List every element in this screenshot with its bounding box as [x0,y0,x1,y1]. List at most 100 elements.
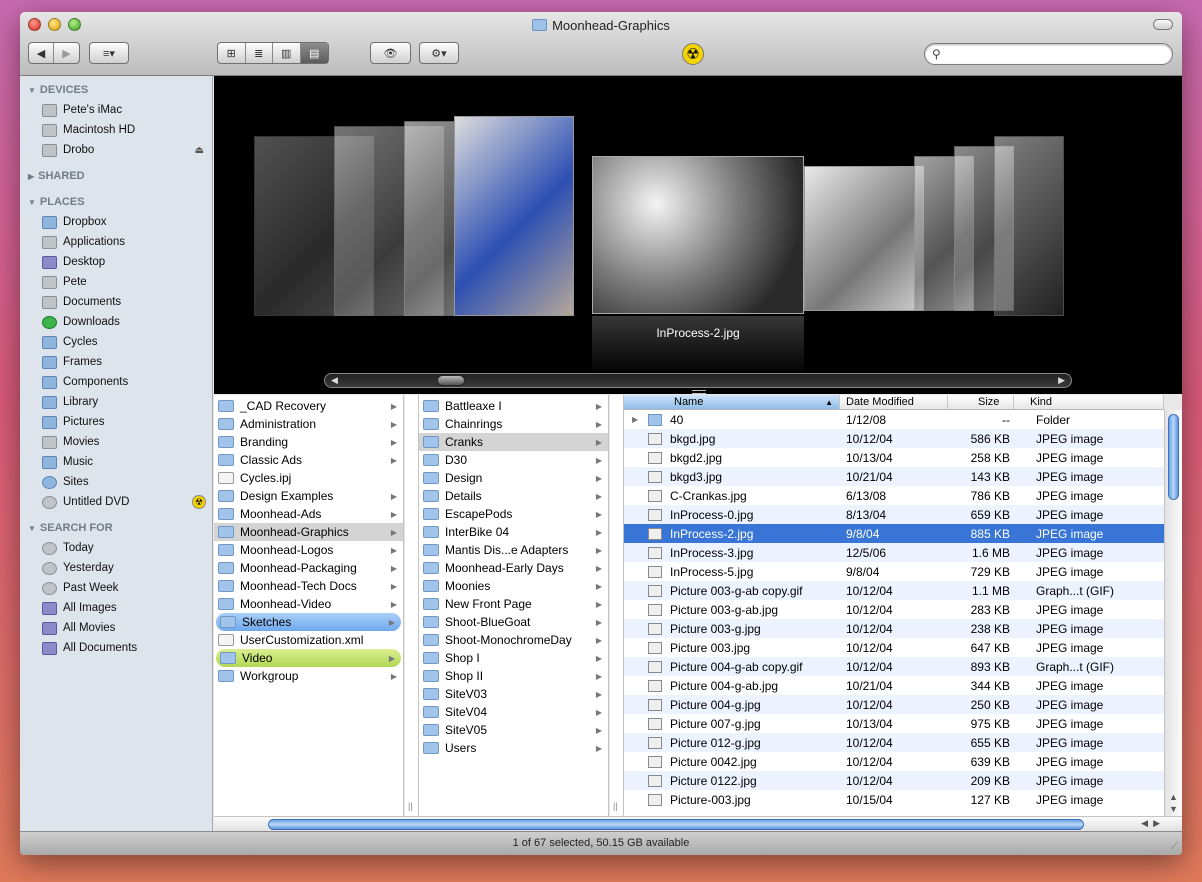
sidebar-item[interactable]: Desktop [20,252,212,272]
disclosure-expanded-icon[interactable]: ▼ [28,524,36,533]
file-row[interactable]: Picture 0042.jpg 10/12/04 639 KB JPEG image [624,752,1164,771]
sidebar-item[interactable]: Music [20,452,212,472]
column-divider[interactable]: || [610,395,624,831]
search-field[interactable]: ⚲ [924,43,1173,65]
scroll-right-icon[interactable]: ▶ [1058,375,1065,386]
column-item[interactable]: Users ▶ [419,739,608,757]
disclosure-triangle-icon[interactable]: ▶ [632,415,638,424]
column-item[interactable]: EscapePods ▶ [419,505,608,523]
coverflow-scroll-thumb[interactable] [437,375,465,386]
file-row[interactable]: Picture 003-g-ab.jpg 10/12/04 283 KB JPEG i… [624,600,1164,619]
coverflow-selected-image[interactable] [592,156,804,314]
forward-button[interactable]: ▶ [54,43,79,63]
sidebar-section-header[interactable]: ▼ DEVICES [20,80,212,100]
column-item[interactable]: New Front Page ▶ [419,595,608,613]
coverflow-thumb[interactable] [804,166,924,311]
column-item[interactable]: Moonhead-Graphics ▶ [214,523,403,541]
file-row[interactable]: Picture 003.jpg 10/12/04 647 KB JPEG image [624,638,1164,657]
size-column-header[interactable]: Size [948,395,1014,409]
column-item[interactable]: Branding ▶ [214,433,403,451]
sidebar-item[interactable]: Downloads [20,312,212,332]
file-row[interactable]: C-Crankas.jpg 6/13/08 786 KB JPEG image [624,486,1164,505]
sidebar-item[interactable]: Frames [20,352,212,372]
kind-column-header[interactable]: Kind [1014,395,1164,409]
column-item[interactable]: Shop I ▶ [419,649,608,667]
vertical-scroll-thumb[interactable] [1168,414,1179,500]
sidebar-item[interactable]: Sites [20,472,212,492]
window-resize-icon[interactable]: ⟋ [1171,841,1178,852]
sidebar-item[interactable]: Today [20,538,212,558]
column-item[interactable]: UserCustomization.xml [214,631,403,649]
file-row[interactable]: InProcess-0.jpg 8/13/04 659 KB JPEG image [624,505,1164,524]
sidebar-item[interactable]: Documents [20,292,212,312]
column-resize-icon[interactable]: || [408,801,413,811]
file-row[interactable]: Picture 0122.jpg 10/12/04 209 KB JPEG image [624,771,1164,790]
date-column-header[interactable]: Date Modified [840,395,948,409]
scroll-down-icon[interactable]: ▼ [1169,804,1178,814]
sidebar-section-header[interactable]: ▼ PLACES [20,192,212,212]
column-item[interactable]: Design Examples ▶ [214,487,403,505]
sidebar-item[interactable]: All Images [20,598,212,618]
column-item[interactable]: Sketches ▶ [216,613,401,631]
sidebar-section-header[interactable]: ▼ SEARCH FOR [20,518,212,538]
column-item[interactable]: D30 ▶ [419,451,608,469]
file-row[interactable]: Picture-003.jpg 10/15/04 127 KB JPEG image [624,790,1164,809]
disclosure-collapsed-icon[interactable]: ▶ [28,172,34,181]
disclosure-expanded-icon[interactable]: ▼ [28,86,36,95]
file-row[interactable]: ▶ 40 1/12/08 -- Folder [624,410,1164,429]
sidebar-item[interactable]: All Documents [20,638,212,658]
sidebar-item[interactable]: Cycles [20,332,212,352]
coverflow-resize-handle[interactable] [692,390,706,394]
sidebar-item[interactable]: Drobo ⏏ [20,140,212,160]
file-row[interactable]: Picture 004-g.jpg 10/12/04 250 KB JPEG imag… [624,695,1164,714]
column-item[interactable]: Details ▶ [419,487,608,505]
eject-icon[interactable]: ⏏ [195,145,204,156]
coverflow-thumb[interactable] [994,136,1064,316]
cover-flow[interactable]: InProcess-2.jpg ◀ ▶ [214,76,1182,394]
column-item[interactable]: Moonhead-Video ▶ [214,595,403,613]
file-row[interactable]: InProcess-2.jpg 9/8/04 885 KB JPEG image [624,524,1164,543]
column-item[interactable]: Cycles.ipj [214,469,403,487]
scroll-left-icon[interactable]: ◀ [331,375,338,386]
column-view-button[interactable]: ▥ [273,43,301,63]
column-item[interactable]: Design ▶ [419,469,608,487]
sidebar-item[interactable]: Untitled DVD ☢ [20,492,212,512]
column-item[interactable]: Moonies ▶ [419,577,608,595]
radiation-icon[interactable]: ☢ [192,495,206,509]
file-row[interactable]: bkgd3.jpg 10/21/04 143 KB JPEG image [624,467,1164,486]
sidebar-item[interactable]: Pete's iMac [20,100,212,120]
sidebar-item[interactable]: All Movies [20,618,212,638]
column-item[interactable]: Cranks ▶ [419,433,608,451]
file-row[interactable]: InProcess-5.jpg 9/8/04 729 KB JPEG image [624,562,1164,581]
file-row[interactable]: bkgd.jpg 10/12/04 586 KB JPEG image [624,429,1164,448]
column-item[interactable]: SiteV05 ▶ [419,721,608,739]
horizontal-scrollbar[interactable]: ◀ ▶ [214,816,1182,831]
radiation-icon[interactable]: ☢ [682,43,704,65]
horizontal-scroll-thumb[interactable] [268,819,1084,830]
coverflow-view-button[interactable]: ▤ [300,43,328,63]
column-item[interactable]: Shoot-MonochromeDay ▶ [419,631,608,649]
sidebar-item[interactable]: Pete [20,272,212,292]
sidebar-item[interactable]: Library [20,392,212,412]
column-item[interactable]: Video ▶ [216,649,401,667]
sidebar-item[interactable]: Pictures [20,412,212,432]
column-item[interactable]: Moonhead-Packaging ▶ [214,559,403,577]
sidebar-item[interactable]: Past Week [20,578,212,598]
column-item[interactable]: Chainrings ▶ [419,415,608,433]
file-row[interactable]: Picture 003-g.jpg 10/12/04 238 KB JPEG imag… [624,619,1164,638]
column-item[interactable]: InterBike 04 ▶ [419,523,608,541]
file-row[interactable]: Picture 004-g-ab copy.gif 10/12/04 893 KB G… [624,657,1164,676]
sidebar-item[interactable]: Movies [20,432,212,452]
sidebar-item[interactable]: Yesterday [20,558,212,578]
column-resize-icon[interactable]: || [613,801,618,811]
column-item[interactable]: Moonhead-Ads ▶ [214,505,403,523]
scroll-left-icon[interactable]: ◀ [1141,818,1148,829]
search-input[interactable] [947,46,1167,62]
name-column-header[interactable]: Name ▲ [624,395,840,409]
column-item[interactable]: Mantis Dis...e Adapters ▶ [419,541,608,559]
icon-view-button[interactable]: ⊞ [218,43,246,63]
file-row[interactable]: bkgd2.jpg 10/13/04 258 KB JPEG image [624,448,1164,467]
file-row[interactable]: InProcess-3.jpg 12/5/06 1.6 MB JPEG image [624,543,1164,562]
quick-look-button[interactable]: 👁 [370,42,411,64]
column-item[interactable]: Administration ▶ [214,415,403,433]
